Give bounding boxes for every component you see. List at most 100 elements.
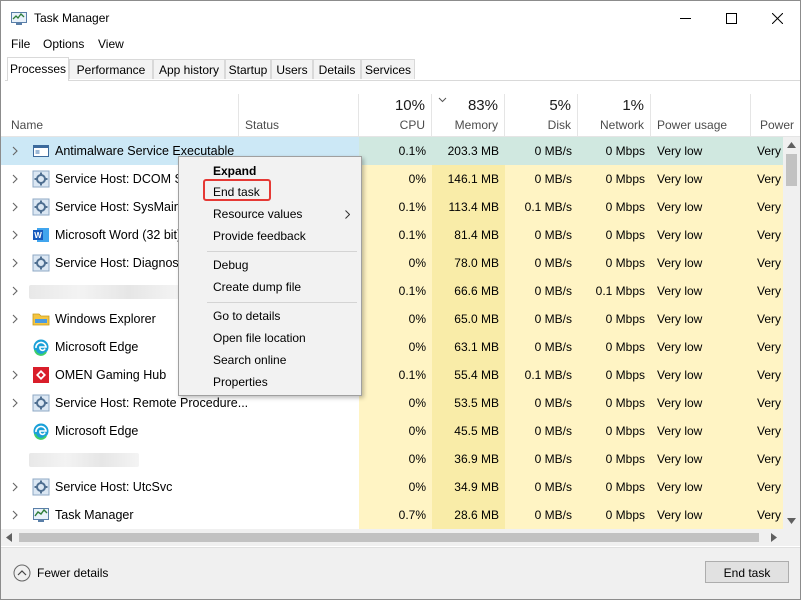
- process-name: Microsoft Word (32 bit): [55, 228, 182, 242]
- column-network[interactable]: 1% Network: [578, 94, 651, 136]
- process-row[interactable]: Service Host: Diagnosti 0% 78.0 MB 0 MB/s 0 …: [1, 249, 783, 277]
- sort-descending-icon: [438, 97, 447, 103]
- column-memory[interactable]: 83% Memory: [432, 94, 505, 136]
- cpu-cell: 0.1%: [359, 137, 432, 165]
- process-row[interactable]: Service Host: DCOM Se 0% 146.1 MB 0 MB/s 0 M…: [1, 165, 783, 193]
- cpu-cell: 0%: [359, 333, 432, 361]
- network-cell: 0 Mbps: [578, 417, 651, 445]
- process-row[interactable]: 0% 36.9 MB 0 MB/s 0 Mbps Very low Very: [1, 445, 783, 473]
- expand-chevron-icon[interactable]: [12, 286, 18, 296]
- cpu-cell: 0.1%: [359, 361, 432, 389]
- power-usage-cell: Very low: [651, 389, 751, 417]
- expand-chevron-icon[interactable]: [12, 370, 18, 380]
- process-row[interactable]: W Microsoft Word (32 bit) 0.1% 81.4 MB 0 MB/…: [1, 221, 783, 249]
- task-manager-icon: [32, 506, 50, 524]
- process-row[interactable]: Service Host: UtcSvc 0% 34.9 MB 0 MB/s 0 Mbp…: [1, 473, 783, 501]
- column-status[interactable]: Status: [239, 94, 359, 136]
- menu-view[interactable]: View: [98, 37, 124, 51]
- expand-chevron-icon[interactable]: [12, 398, 18, 408]
- expand-chevron-icon[interactable]: [12, 230, 18, 240]
- maximize-button[interactable]: [708, 1, 754, 35]
- memory-cell: 146.1 MB: [432, 165, 505, 193]
- tab-performance[interactable]: Performance: [69, 59, 153, 79]
- menu-options[interactable]: Options: [43, 37, 84, 51]
- process-row[interactable]: Windows Explorer 0% 65.0 MB 0 MB/s 0 Mbps Ver…: [1, 305, 783, 333]
- expand-chevron-icon[interactable]: [12, 314, 18, 324]
- cpu-cell: 0.1%: [359, 193, 432, 221]
- title-bar: Task Manager: [1, 1, 800, 35]
- cpu-cell: 0%: [359, 473, 432, 501]
- context-menu-debug[interactable]: Debug: [213, 258, 248, 272]
- tab-details[interactable]: Details: [313, 59, 361, 79]
- tab-app-history[interactable]: App history: [153, 59, 225, 79]
- context-menu-provide-feedback[interactable]: Provide feedback: [213, 229, 306, 243]
- expand-chevron-icon[interactable]: [12, 174, 18, 184]
- column-power-usage[interactable]: Power usage: [651, 94, 751, 136]
- power-trend-cell: Very: [751, 193, 783, 221]
- memory-cell: 113.4 MB: [432, 193, 505, 221]
- process-row[interactable]: Task Manager 0.7% 28.6 MB 0 MB/s 0 Mbps Very …: [1, 501, 783, 529]
- context-menu-create-dump-file[interactable]: Create dump file: [213, 280, 301, 294]
- tab-startup[interactable]: Startup: [225, 59, 271, 79]
- memory-cell: 66.6 MB: [432, 277, 505, 305]
- expand-chevron-icon[interactable]: [12, 510, 18, 520]
- gear-icon: [32, 478, 50, 496]
- power-trend-cell: Very: [751, 473, 783, 501]
- column-cpu-label: CPU: [399, 118, 425, 132]
- memory-cell: 81.4 MB: [432, 221, 505, 249]
- close-button[interactable]: [754, 1, 800, 35]
- tab-services[interactable]: Services: [361, 59, 415, 79]
- scroll-right-icon: [771, 533, 777, 542]
- process-name: Service Host: Diagnosti: [55, 256, 185, 270]
- column-disk[interactable]: 5% Disk: [505, 94, 578, 136]
- column-cpu[interactable]: 10% CPU: [359, 94, 432, 136]
- context-menu-go-to-details[interactable]: Go to details: [213, 309, 280, 323]
- process-row[interactable]: Service Host: SysMain 0.1% 113.4 MB 0.1 MB/…: [1, 193, 783, 221]
- fewer-details-link[interactable]: Fewer details: [37, 566, 108, 580]
- end-task-button[interactable]: End task: [705, 561, 789, 583]
- process-row[interactable]: Microsoft Edge 0% 45.5 MB 0 MB/s 0 Mbps Very …: [1, 417, 783, 445]
- disk-cell: 0.1 MB/s: [505, 361, 578, 389]
- vertical-scrollbar[interactable]: [783, 137, 800, 529]
- minimize-button[interactable]: [662, 1, 708, 35]
- expand-chevron-icon[interactable]: [12, 482, 18, 492]
- context-menu-expand[interactable]: Expand: [213, 164, 256, 178]
- power-usage-cell: Very low: [651, 137, 751, 165]
- memory-cell: 65.0 MB: [432, 305, 505, 333]
- chevron-up-circle-icon[interactable]: [13, 564, 31, 582]
- horizontal-scroll-thumb[interactable]: [19, 533, 759, 542]
- context-menu-search-online[interactable]: Search online: [213, 353, 286, 367]
- memory-cell: 53.5 MB: [432, 389, 505, 417]
- vertical-scroll-thumb[interactable]: [786, 154, 797, 186]
- expand-chevron-icon[interactable]: [12, 258, 18, 268]
- column-name[interactable]: Name: [1, 94, 239, 136]
- context-menu-resource-values[interactable]: Resource values: [213, 207, 302, 221]
- context-menu-open-file-location[interactable]: Open file location: [213, 331, 306, 345]
- menu-file[interactable]: File: [11, 37, 30, 51]
- tab-users[interactable]: Users: [271, 59, 313, 79]
- tab-processes[interactable]: Processes: [7, 57, 69, 81]
- expand-chevron-icon[interactable]: [12, 202, 18, 212]
- network-cell: 0 Mbps: [578, 473, 651, 501]
- context-menu-properties[interactable]: Properties: [213, 375, 268, 389]
- power-trend-cell: Very: [751, 221, 783, 249]
- network-total: 1%: [622, 97, 644, 114]
- process-row[interactable]: OMEN Gaming Hub 0.1% 55.4 MB 0.1 MB/s 0 Mbps…: [1, 361, 783, 389]
- process-row[interactable]: Antimalware Service Executable 0.1% 203.3 …: [1, 137, 783, 165]
- gear-icon: [32, 394, 50, 412]
- network-cell: 0.1 Mbps: [578, 277, 651, 305]
- footer: Fewer details End task: [1, 547, 800, 599]
- column-header: Name Status 10% CPU 83% Memory 5% Disk 1…: [1, 94, 800, 137]
- horizontal-scrollbar[interactable]: [1, 529, 783, 546]
- word-icon: W: [32, 226, 50, 244]
- process-row[interactable]: 0.1% 66.6 MB 0 MB/s 0.1 Mbps Very low Very: [1, 277, 783, 305]
- column-power-trend[interactable]: Power: [751, 94, 800, 136]
- disk-cell: 0 MB/s: [505, 305, 578, 333]
- expand-chevron-icon[interactable]: [12, 146, 18, 156]
- process-row[interactable]: Microsoft Edge 0% 63.1 MB 0 MB/s 0 Mbps Very …: [1, 333, 783, 361]
- disk-cell: 0 MB/s: [505, 165, 578, 193]
- gear-icon: [32, 198, 50, 216]
- network-cell: 0 Mbps: [578, 389, 651, 417]
- column-disk-label: Disk: [547, 118, 571, 132]
- process-row[interactable]: Service Host: Remote Procedure... 0% 53.5 …: [1, 389, 783, 417]
